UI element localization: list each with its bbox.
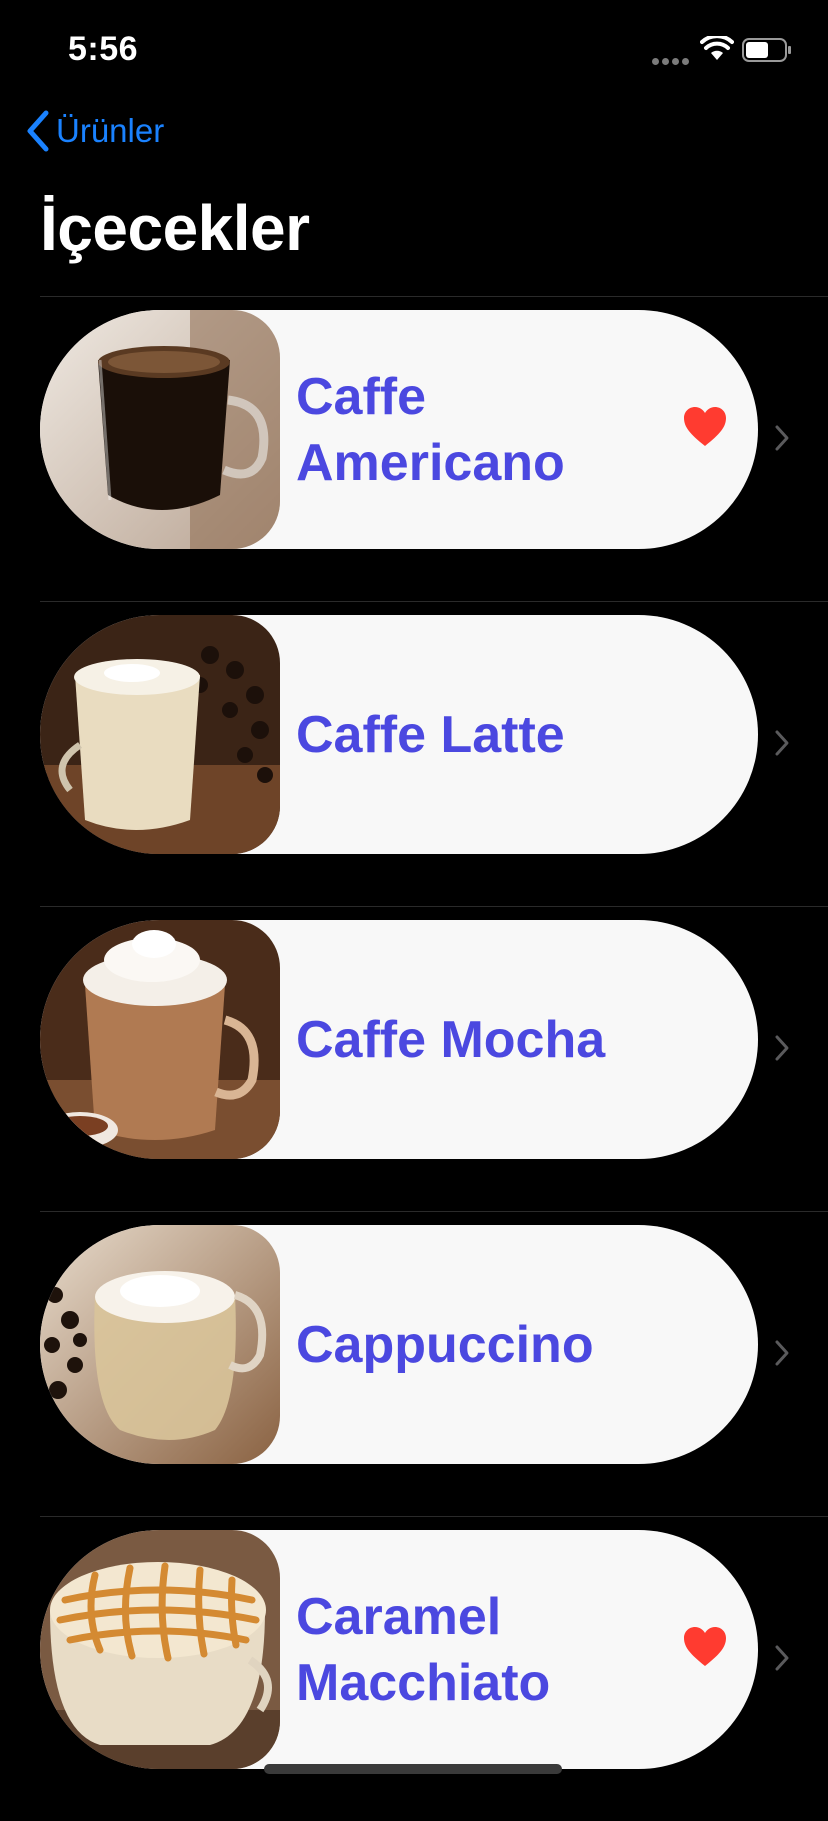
- chevron-right-icon: [775, 1035, 789, 1061]
- chevron-right-icon: [775, 730, 789, 756]
- signal-icon: [652, 52, 692, 70]
- page-title: İçecekler: [40, 192, 310, 264]
- drink-card[interactable]: Caffe Mocha: [40, 920, 758, 1159]
- list-item[interactable]: Caffe Americano: [0, 296, 828, 601]
- separator: [40, 1516, 828, 1517]
- chevron-left-icon: [27, 110, 49, 152]
- separator: [40, 601, 828, 602]
- drink-name: Caffe Mocha: [296, 1010, 606, 1069]
- drink-list: Caffe Americano Caffe Latte Caffe Mocha …: [0, 296, 828, 1821]
- drink-image: [40, 1530, 280, 1769]
- drink-name: Caffe Americano: [296, 367, 565, 492]
- battery-icon: [742, 38, 791, 62]
- chevron-right-icon: [775, 425, 789, 451]
- status-bar: 5:56: [0, 0, 828, 100]
- list-item[interactable]: Caffe Mocha: [0, 906, 828, 1211]
- drink-image: [40, 1225, 280, 1464]
- drink-image: [40, 920, 280, 1159]
- back-button-label: Ürünler: [56, 112, 165, 149]
- home-indicator[interactable]: [264, 1764, 562, 1774]
- chevron-right-icon: [775, 1340, 789, 1366]
- back-button[interactable]: Ürünler: [24, 108, 164, 154]
- heart-icon[interactable]: [682, 406, 728, 448]
- drink-card[interactable]: Caffe Americano: [40, 310, 758, 549]
- list-item[interactable]: Cappuccino: [0, 1211, 828, 1516]
- drink-image: [40, 310, 280, 549]
- separator: [40, 296, 828, 297]
- drink-name: Caramel Macchiato: [296, 1587, 551, 1712]
- wifi-icon: [700, 36, 734, 60]
- list-item[interactable]: Caramel Macchiato: [0, 1516, 828, 1821]
- status-time: 5:56: [68, 30, 139, 68]
- separator: [40, 906, 828, 907]
- drink-name: Caffe Latte: [296, 705, 565, 764]
- chevron-right-icon: [775, 1645, 789, 1671]
- drink-card[interactable]: Caffe Latte: [40, 615, 758, 854]
- list-item[interactable]: Caffe Latte: [0, 601, 828, 906]
- separator: [40, 1211, 828, 1212]
- drink-card[interactable]: Caramel Macchiato: [40, 1530, 758, 1769]
- drink-name: Cappuccino: [296, 1315, 594, 1374]
- drink-image: [40, 615, 280, 854]
- heart-icon[interactable]: [682, 1626, 728, 1668]
- drink-card[interactable]: Cappuccino: [40, 1225, 758, 1464]
